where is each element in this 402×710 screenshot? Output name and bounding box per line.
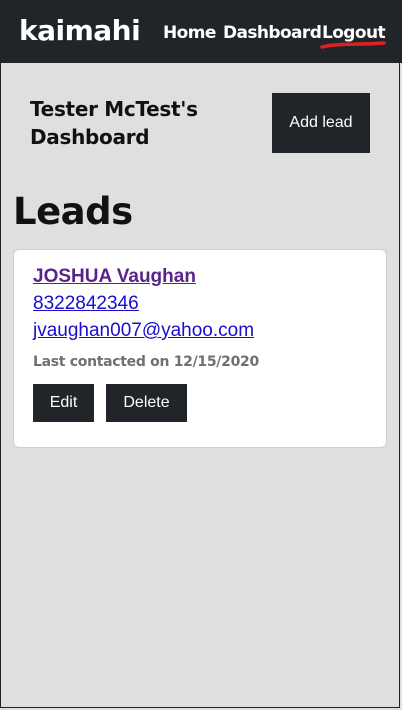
- lead-name-link[interactable]: JOSHUA Vaughan: [33, 266, 196, 288]
- add-lead-button[interactable]: Add lead: [272, 93, 370, 153]
- lead-phone-link[interactable]: 8322842346: [33, 293, 139, 315]
- nav-dashboard-link[interactable]: Dashboard: [223, 22, 322, 44]
- lead-card: JOSHUA Vaughan 8322842346 jvaughan007@ya…: [13, 249, 387, 448]
- nav-home-link[interactable]: Home: [163, 22, 216, 44]
- lead-email-link[interactable]: jvaughan007@yahoo.com: [33, 320, 254, 342]
- edit-lead-button[interactable]: Edit: [33, 384, 94, 422]
- delete-lead-button[interactable]: Delete: [106, 384, 187, 422]
- dashboard-title: Tester McTest's Dashboard: [30, 97, 198, 149]
- last-contacted-text: Last contacted on 12/15/2020: [33, 354, 259, 370]
- leads-heading: Leads: [13, 190, 133, 233]
- navbar: kaimahi Home Dashboard Logout: [0, 0, 402, 63]
- red-underline-annotation: [320, 41, 386, 49]
